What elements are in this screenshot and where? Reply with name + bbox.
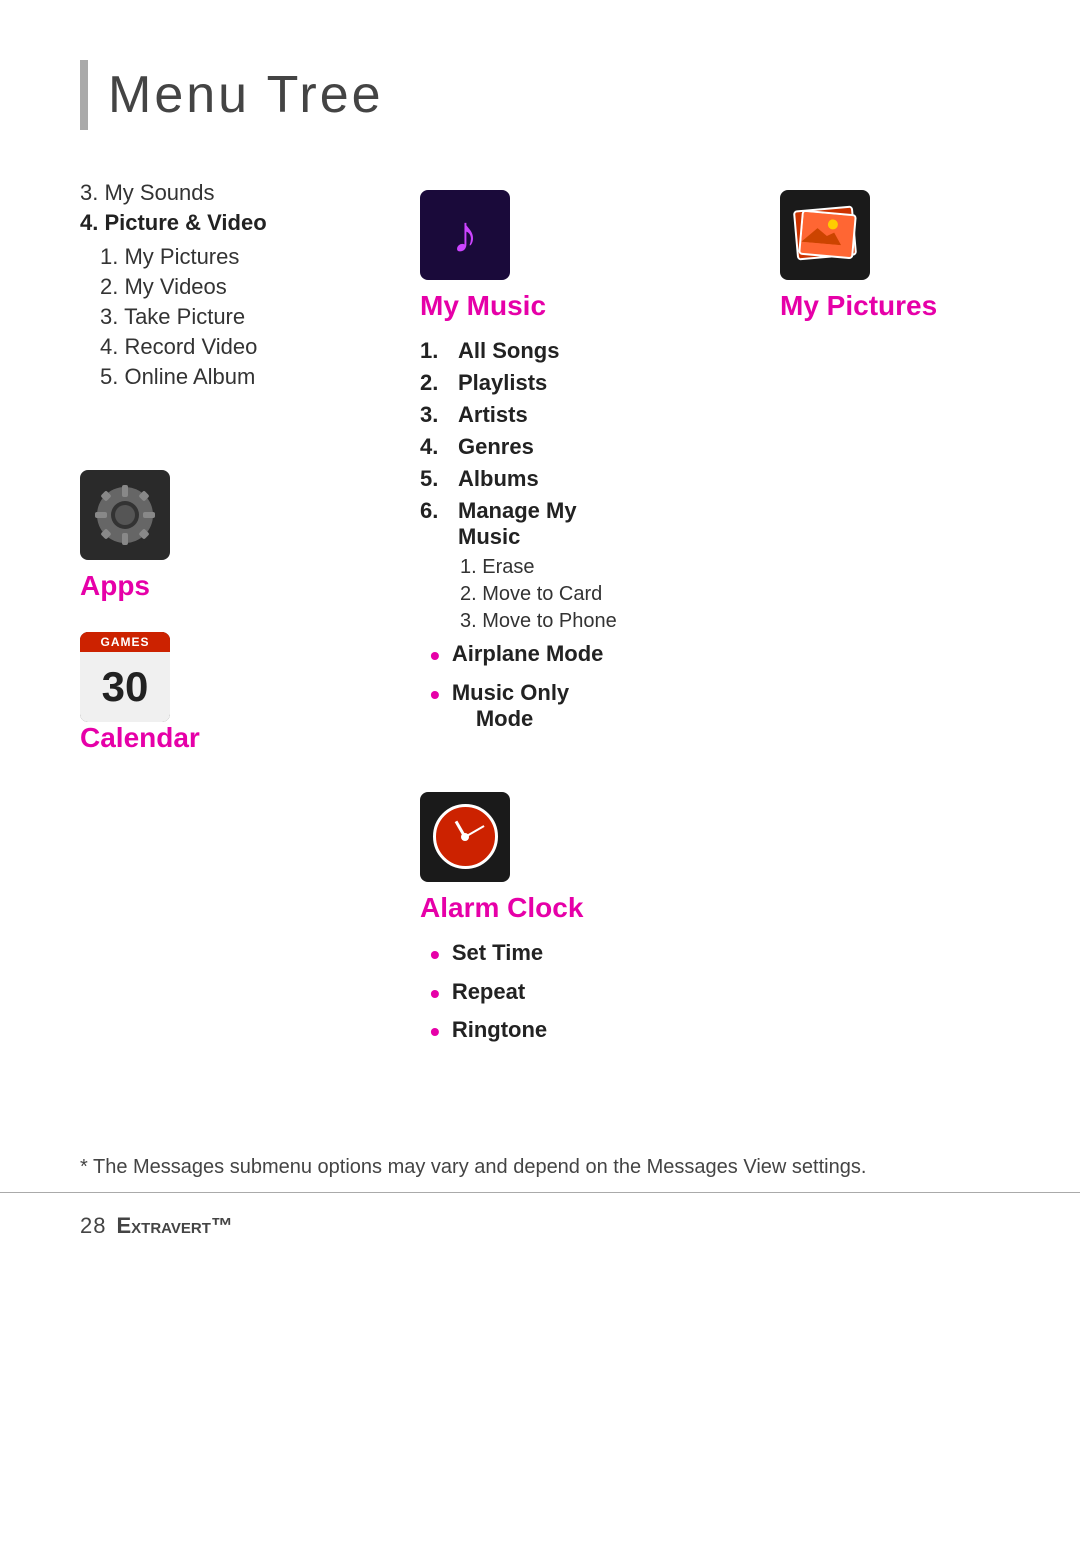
alarm-icon xyxy=(420,792,510,882)
clock-face xyxy=(433,804,498,869)
ringtone-item: Ringtone xyxy=(430,1017,740,1048)
main-layout: 3. My Sounds 4. Picture & Video 1. My Pi… xyxy=(80,180,1000,1056)
title-bar-decoration xyxy=(80,60,88,130)
my-pictures-section: My Pictures xyxy=(780,190,1020,322)
list-item: 1. My Pictures xyxy=(100,244,400,270)
set-time-item: Set Time xyxy=(430,940,740,971)
list-item: 5. Online Album xyxy=(100,364,400,390)
list-item: 6.Manage MyMusic xyxy=(420,498,740,550)
pic-card2 xyxy=(798,210,857,260)
music-items-list: 1.All Songs 2.Playlists 3.Artists 4.Genr… xyxy=(420,338,740,550)
middle-column: ♪ My Music 1.All Songs 2.Playlists 3.Art… xyxy=(400,180,740,1056)
alarm-items-list: Set Time Repeat Ringtone xyxy=(420,940,740,1048)
repeat-label: Repeat xyxy=(452,979,525,1005)
title-text: Menu Tree xyxy=(108,65,384,125)
my-music-section: ♪ My Music 1.All Songs 2.Playlists 3.Art… xyxy=(420,190,740,732)
list-item: 3. Move to Phone xyxy=(460,610,740,633)
clock-center xyxy=(461,833,469,841)
music-icon: ♪ xyxy=(420,190,510,280)
music-only-item: Music OnlyMode xyxy=(430,680,740,732)
music-bullet-list: Airplane Mode Music OnlyMode xyxy=(420,641,740,732)
list-item: 1.All Songs xyxy=(420,338,740,364)
my-sounds-item: 3. My Sounds xyxy=(80,180,400,206)
pictures-icon xyxy=(780,190,870,280)
calendar-number: 30 xyxy=(102,666,149,708)
ringtone-label: Ringtone xyxy=(452,1017,547,1043)
page-container: Menu Tree 3. My Sounds 4. Picture & Vide… xyxy=(0,0,1080,1259)
picture-video-item: 4. Picture & Video xyxy=(80,210,400,236)
alarm-title: Alarm Clock xyxy=(420,892,740,924)
left-column: 3. My Sounds 4. Picture & Video 1. My Pi… xyxy=(80,180,400,1056)
airplane-mode-item: Airplane Mode xyxy=(430,641,740,672)
repeat-item: Repeat xyxy=(430,979,740,1010)
list-item: 3. Take Picture xyxy=(100,304,400,330)
music-note-icon: ♪ xyxy=(452,205,478,265)
list-item: 4. Record Video xyxy=(100,334,400,360)
calendar-section: GAMES 30 Calendar xyxy=(80,632,400,754)
list-item: 3.Artists xyxy=(420,402,740,428)
list-item: 1. Erase xyxy=(460,556,740,579)
music-only-label: Music OnlyMode xyxy=(452,680,569,732)
airplane-mode-label: Airplane Mode xyxy=(452,641,604,667)
footer-note: * The Messages submenu options may vary … xyxy=(80,1136,1000,1179)
photo-svg xyxy=(801,212,843,245)
list-item: 2. My Videos xyxy=(100,274,400,300)
footer-bar: 28 Extravert™ xyxy=(0,1192,1080,1259)
right-column: My Pictures xyxy=(740,180,1020,1056)
list-item: 5.Albums xyxy=(420,466,740,492)
list-item: 2. Move to Card xyxy=(460,583,740,606)
brand-name: Extravert™ xyxy=(116,1213,232,1239)
page-title: Menu Tree xyxy=(80,60,1000,130)
apps-title: Apps xyxy=(80,570,400,602)
calendar-icon: GAMES 30 xyxy=(80,632,170,722)
apps-section: Apps xyxy=(80,470,400,602)
list-item: 4.Genres xyxy=(420,434,740,460)
my-music-title: My Music xyxy=(420,290,740,322)
picture-video-sublist: 1. My Pictures 2. My Videos 3. Take Pict… xyxy=(80,244,400,390)
list-item: 2.Playlists xyxy=(420,370,740,396)
calendar-title: Calendar xyxy=(80,722,400,754)
alarm-section: Alarm Clock Set Time Repeat Ringtone xyxy=(420,792,740,1048)
manage-music-sublist: 1. Erase 2. Move to Card 3. Move to Phon… xyxy=(420,556,740,633)
calendar-icon-header: GAMES xyxy=(80,632,170,652)
apps-icon-svg xyxy=(90,480,160,550)
calendar-icon-body: 30 xyxy=(80,652,170,722)
footer-note-text: * The Messages submenu options may vary … xyxy=(80,1156,866,1178)
apps-icon xyxy=(80,470,170,560)
my-pictures-title: My Pictures xyxy=(780,290,1020,322)
set-time-label: Set Time xyxy=(452,940,543,966)
page-number: 28 xyxy=(80,1213,106,1239)
picture-video-section: 3. My Sounds 4. Picture & Video 1. My Pi… xyxy=(80,180,400,390)
